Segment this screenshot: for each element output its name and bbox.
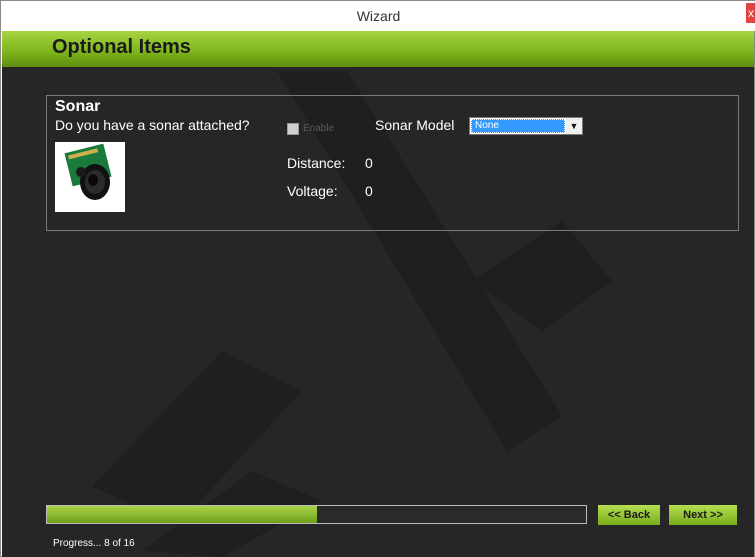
enable-checkbox-label: Enable <box>303 123 335 134</box>
page-title: Optional Items <box>52 36 191 58</box>
distance-value: 0 <box>365 155 373 171</box>
sonar-group-title: Sonar <box>55 98 101 115</box>
sonar-question-label: Do you have a sonar attached? <box>55 117 250 133</box>
progress-bar-fill <box>47 506 317 523</box>
window-title: Wizard <box>356 8 401 24</box>
sonar-model-label: Sonar Model <box>375 117 455 133</box>
sonar-model-value: None <box>471 119 565 133</box>
close-icon: x <box>748 6 754 20</box>
sonar-model-select[interactable]: None ▼ <box>469 117 583 135</box>
next-button[interactable]: Next >> <box>669 505 737 525</box>
wizard-window: Wizard x Optional Items Sonar Do you hav… <box>0 0 755 557</box>
distance-label: Distance: <box>287 155 346 171</box>
sonar-groupbox: Sonar Do you have a sonar attached? Enab… <box>46 95 739 231</box>
sonar-sensor-image <box>55 142 125 212</box>
back-button[interactable]: << Back <box>598 505 660 525</box>
wizard-content: Optional Items Sonar Do you have a sonar… <box>2 31 754 557</box>
close-button[interactable]: x <box>746 3 755 23</box>
page-header: Optional Items <box>2 31 754 67</box>
progress-bar <box>46 505 587 524</box>
voltage-label: Voltage: <box>287 183 338 199</box>
progress-status-text: Progress... 8 of 16 <box>53 538 135 549</box>
voltage-value: 0 <box>365 183 373 199</box>
enable-checkbox-box[interactable] <box>287 123 299 135</box>
chevron-down-icon[interactable]: ▼ <box>566 118 582 134</box>
title-bar: Wizard x <box>1 1 755 31</box>
